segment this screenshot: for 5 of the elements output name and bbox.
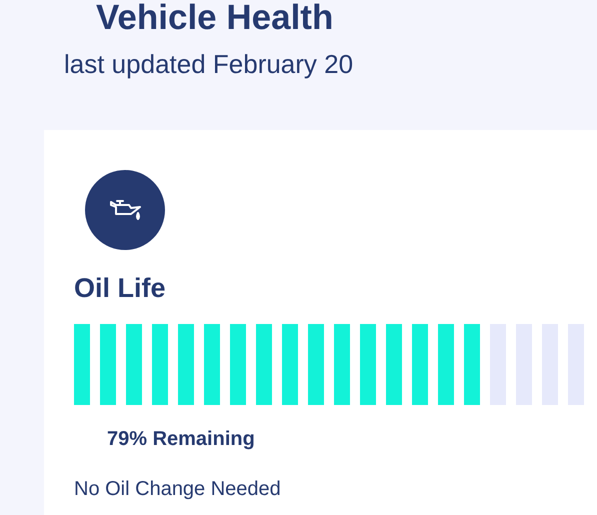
- remaining-text: 79% Remaining: [107, 427, 256, 451]
- status-text: No Oil Change Needed: [74, 477, 282, 501]
- last-updated-text: last updated February 20: [64, 49, 354, 79]
- page-title: Vehicle Health: [95, 0, 334, 36]
- card-title: Oil Life: [74, 272, 167, 304]
